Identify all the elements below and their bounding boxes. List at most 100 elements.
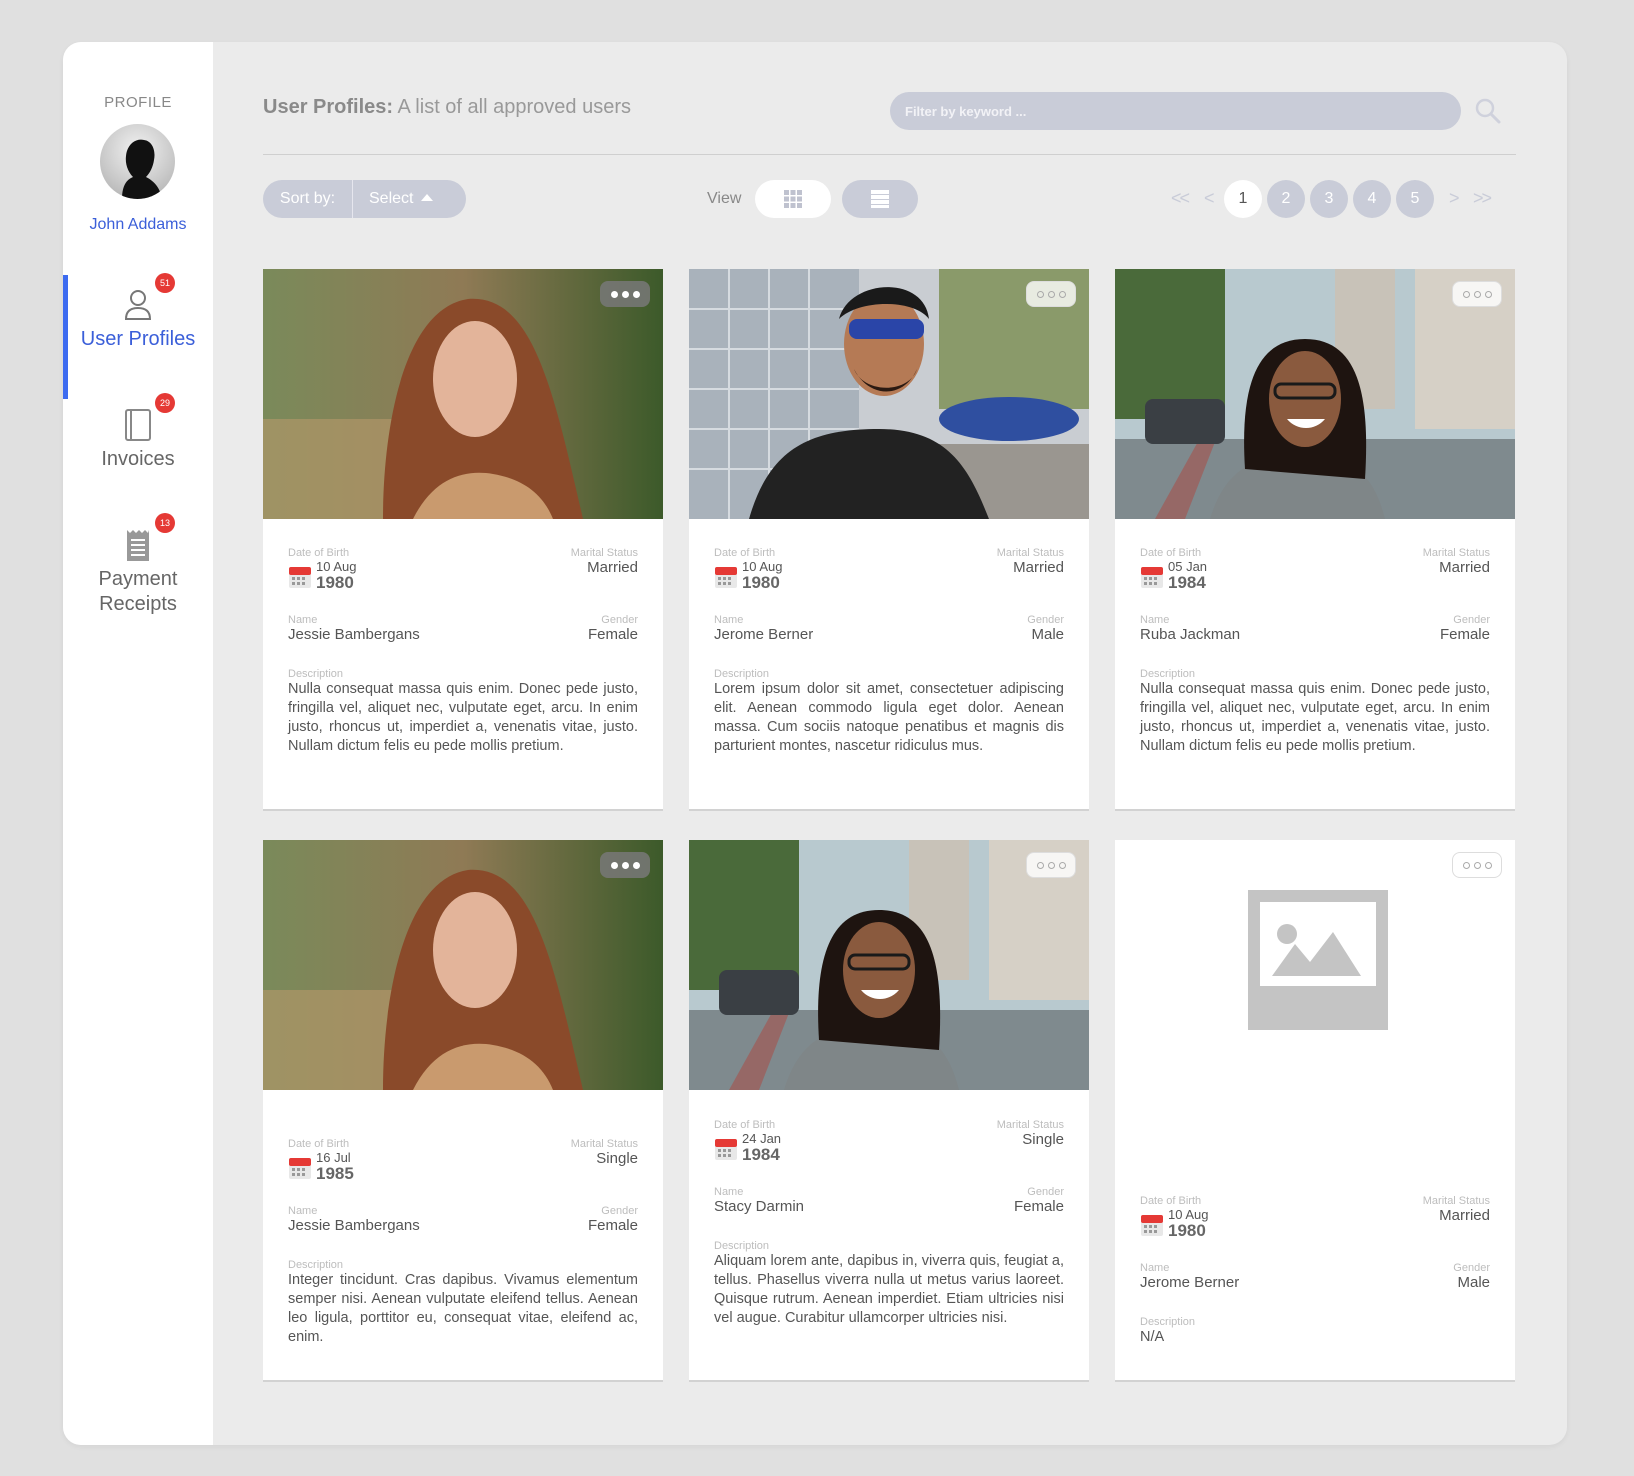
- more-options-button[interactable]: [1452, 852, 1502, 878]
- name-label: Name: [288, 614, 318, 626]
- user-profiles-badge: 51: [155, 273, 175, 293]
- user-name[interactable]: John Addams: [63, 216, 213, 234]
- avatar[interactable]: [100, 124, 175, 199]
- pager-page-2[interactable]: 2: [1267, 180, 1305, 218]
- search-icon[interactable]: [1473, 96, 1503, 126]
- gender-label: Gender: [1027, 614, 1064, 626]
- dob-day-month: 05 Jan: [1168, 559, 1208, 574]
- gender-label: Gender: [601, 1205, 638, 1217]
- marital-label: Marital Status: [996, 547, 1064, 559]
- page-title: User Profiles: A list of all approved us…: [263, 96, 631, 119]
- gender-value: Female: [1439, 626, 1490, 643]
- gender-label: Gender: [1027, 1186, 1064, 1198]
- pager-page-3[interactable]: 3: [1310, 180, 1348, 218]
- sort-control: Sort by: Select: [263, 180, 466, 218]
- sidebar: PROFILE John Addams 51 User Profiles 29 …: [63, 42, 213, 1445]
- description-label: Description: [288, 668, 344, 680]
- dob-day-month: 24 Jan: [742, 1131, 782, 1146]
- more-options-button[interactable]: [1452, 281, 1502, 307]
- dob-day-month: 16 Jul: [316, 1150, 351, 1165]
- name-label: Name: [1140, 1262, 1170, 1274]
- description-value: Nulla consequat massa quis enim. Donec p…: [288, 681, 638, 754]
- more-options-button[interactable]: [1026, 852, 1076, 878]
- pager-page-1[interactable]: 1: [1224, 180, 1262, 218]
- page-title-subtitle: A list of all approved users: [393, 96, 631, 118]
- user-icon: [118, 285, 158, 325]
- more-options-button[interactable]: [1026, 281, 1076, 307]
- sort-select[interactable]: Select: [353, 180, 466, 218]
- description-value: Nulla consequat massa quis enim. Donec p…: [1140, 681, 1490, 754]
- sort-label: Sort by:: [263, 180, 353, 218]
- profile-photo: [263, 269, 663, 519]
- name-value: Jessie Bambergans: [288, 626, 420, 643]
- name-value: Jessie Bambergans: [288, 1217, 420, 1234]
- header-divider: [263, 154, 1516, 155]
- sidebar-item-user-profiles[interactable]: 51 User Profiles: [63, 273, 213, 399]
- search-input[interactable]: [890, 92, 1461, 130]
- page-title-bold: User Profiles:: [263, 96, 394, 118]
- calendar-icon: [289, 567, 311, 588]
- description-value: Lorem ipsum dolor sit amet, consectetuer…: [714, 681, 1064, 754]
- invoices-badge: 29: [155, 393, 175, 413]
- image-placeholder-icon: [1248, 890, 1388, 1030]
- pager-prev-button[interactable]: <: [1204, 188, 1214, 209]
- profile-photo: [689, 269, 1089, 519]
- more-options-button[interactable]: [600, 852, 650, 878]
- pager-last-button[interactable]: >>: [1473, 188, 1492, 209]
- sidebar-item-label: Invoices: [101, 448, 175, 470]
- pager-first-button[interactable]: <<: [1171, 188, 1190, 209]
- dob-year: 1980: [316, 573, 354, 592]
- pager-page-5[interactable]: 5: [1396, 180, 1434, 218]
- name-label: Name: [714, 614, 744, 626]
- calendar-icon: [1141, 567, 1163, 588]
- profile-card: Date of Birth 24 Jan 1984 Marital Status S…: [689, 840, 1089, 1380]
- gender-value: Male: [1031, 626, 1064, 643]
- dob-day-month: 10 Aug: [742, 559, 783, 574]
- view-label: View: [707, 190, 742, 207]
- gender-label: Gender: [601, 614, 638, 626]
- app-window: PROFILE John Addams 51 User Profiles 29 …: [63, 42, 1567, 1445]
- sidebar-item-label: User Profiles: [80, 328, 196, 350]
- marital-value: Married: [1439, 559, 1490, 576]
- marital-value: Single: [1022, 1131, 1064, 1148]
- more-options-button[interactable]: [600, 281, 650, 307]
- marital-label: Marital Status: [1422, 1195, 1490, 1207]
- description-value: Aliquam lorem ante, dapibus in, viverra …: [714, 1253, 1064, 1326]
- gender-label: Gender: [1453, 1262, 1490, 1274]
- description-value: N/A: [1140, 1329, 1165, 1345]
- gender-label: Gender: [1453, 614, 1490, 626]
- profile-card: Date of Birth 05 Jan 1984 Marital Status M…: [1115, 269, 1515, 809]
- pager-next-button[interactable]: >: [1449, 188, 1459, 209]
- sidebar-item-payment-receipts[interactable]: 13 Payment Receipts: [63, 513, 213, 617]
- sidebar-item-invoices[interactable]: 29 Invoices: [63, 393, 213, 472]
- dob-year: 1984: [1168, 573, 1206, 592]
- calendar-icon: [1141, 1215, 1163, 1236]
- name-value: Jerome Berner: [1140, 1274, 1240, 1291]
- marital-value: Married: [1013, 559, 1064, 576]
- list-view-button[interactable]: [842, 180, 918, 218]
- sidebar-item-label: Payment Receipts: [98, 568, 178, 615]
- dob-year: 1980: [1168, 1221, 1206, 1240]
- calendar-icon: [715, 1139, 737, 1160]
- marital-value: Single: [596, 1150, 638, 1167]
- image-placeholder: [1115, 840, 1515, 1090]
- dob-year: 1985: [316, 1164, 354, 1183]
- name-value: Stacy Darmin: [714, 1198, 805, 1215]
- grid-view-button[interactable]: [755, 180, 831, 218]
- list-icon: [871, 190, 889, 208]
- marital-value: Married: [1439, 1207, 1490, 1224]
- profile-card: Date of Birth 10 Aug 1980 Marital Status M…: [689, 269, 1089, 809]
- pager-page-4[interactable]: 4: [1353, 180, 1391, 218]
- marital-label: Marital Status: [570, 547, 638, 559]
- dob-year: 1984: [742, 1145, 780, 1164]
- receipt-icon: [118, 525, 158, 565]
- gender-value: Female: [587, 626, 638, 643]
- grid-icon: [784, 190, 802, 208]
- name-label: Name: [288, 1205, 318, 1217]
- description-label: Description: [1140, 1316, 1196, 1328]
- profile-photo: [689, 840, 1089, 1090]
- gender-value: Female: [1013, 1198, 1064, 1215]
- description-label: Description: [714, 1240, 770, 1252]
- calendar-icon: [715, 567, 737, 588]
- gender-value: Male: [1457, 1274, 1490, 1291]
